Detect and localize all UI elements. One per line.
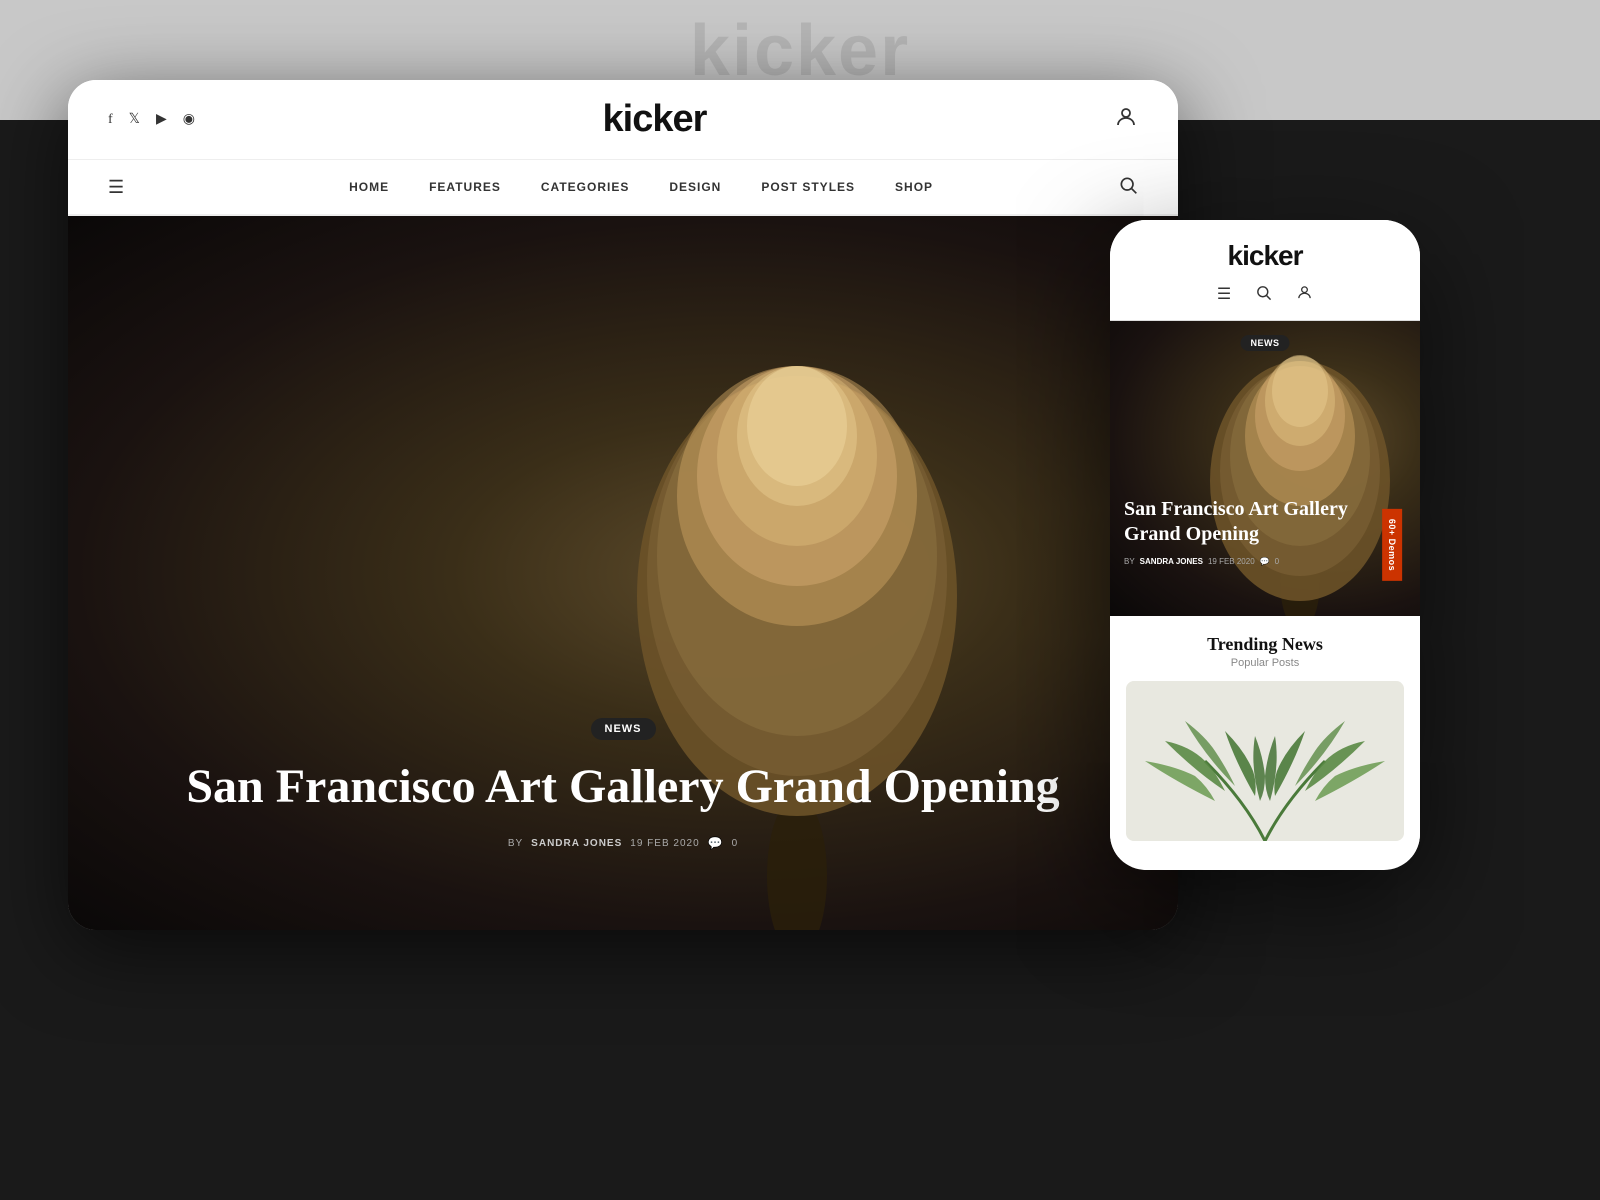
phone-banksia-flower xyxy=(1140,321,1420,616)
phone-mockup: kicker ☰ xyxy=(1110,220,1420,870)
phone-hero-title: San Francisco Art Gallery Grand Opening xyxy=(1124,497,1406,547)
phone-trending-card[interactable] xyxy=(1126,681,1404,841)
youtube-icon[interactable]: ▶ xyxy=(156,111,167,128)
phone-hamburger-icon[interactable]: ☰ xyxy=(1217,284,1231,306)
demos-badge[interactable]: 60+ Demos xyxy=(1382,509,1402,581)
phone-search-icon[interactable] xyxy=(1255,284,1272,306)
phone-nav-icons: ☰ xyxy=(1130,280,1400,306)
facebook-icon[interactable]: f xyxy=(108,112,113,128)
hero-date: 19 FEB 2020 xyxy=(630,838,699,849)
tablet-social-icons: f 𝕏 ▶ ◉ xyxy=(108,111,195,128)
phone-card-background xyxy=(1126,681,1404,841)
twitter-icon[interactable]: 𝕏 xyxy=(129,111,140,128)
tablet-user-icon[interactable] xyxy=(1114,105,1138,135)
tablet-nav: ☰ HOME FEATURES CATEGORIES DESIGN POST S… xyxy=(68,160,1178,216)
news-badge: NEWS xyxy=(591,718,656,740)
nav-categories[interactable]: CATEGORIES xyxy=(541,180,629,194)
phone-trending-section: Trending News Popular Posts xyxy=(1110,616,1420,857)
nav-shop[interactable]: SHOP xyxy=(895,180,933,194)
phone-hero-meta: BY SANDRA JONES 19 FEB 2020 💬 0 xyxy=(1124,557,1406,566)
phone-news-badge: NEWS xyxy=(1241,335,1290,351)
phone-hero: NEWS San Francisco Art Gallery Grand Ope… xyxy=(1110,321,1420,616)
palm-leaf-illustration xyxy=(1145,681,1385,841)
phone-hero-author[interactable]: SANDRA JONES xyxy=(1140,557,1203,566)
phone-hero-content: San Francisco Art Gallery Grand Opening … xyxy=(1124,497,1406,566)
comment-icon: 💬 xyxy=(708,836,724,850)
hero-comments-count: 0 xyxy=(732,838,739,849)
hero-author[interactable]: SANDRA JONES xyxy=(531,838,622,849)
phone-logo[interactable]: kicker xyxy=(1130,240,1400,272)
hero-author-label: BY xyxy=(508,838,523,849)
nav-post-styles[interactable]: POST STYLES xyxy=(761,180,855,194)
nav-features[interactable]: FEATURES xyxy=(429,180,501,194)
tablet-header: f 𝕏 ▶ ◉ kicker xyxy=(68,80,1178,160)
phone-comment-icon: 💬 xyxy=(1260,557,1270,566)
phone-hero-author-label: BY xyxy=(1124,557,1135,566)
phone-hero-date: 19 FEB 2020 xyxy=(1208,557,1255,566)
hero-content: NEWS San Francisco Art Gallery Grand Ope… xyxy=(68,718,1178,850)
hamburger-icon[interactable]: ☰ xyxy=(108,177,124,198)
nav-design[interactable]: DESIGN xyxy=(669,180,721,194)
instagram-icon[interactable]: ◉ xyxy=(183,111,195,128)
tablet-logo[interactable]: kicker xyxy=(603,98,707,141)
hero-meta: BY SANDRA JONES 19 FEB 2020 💬 0 xyxy=(68,836,1178,850)
tablet-mockup: f 𝕏 ▶ ◉ kicker ☰ HOME FEATURES CATEGORIE… xyxy=(68,80,1178,930)
search-icon[interactable] xyxy=(1118,175,1138,200)
tablet-hero: NEWS San Francisco Art Gallery Grand Ope… xyxy=(68,216,1178,930)
phone-hero-comments: 0 xyxy=(1275,557,1279,566)
phone-trending-title: Trending News xyxy=(1126,634,1404,655)
phone-user-icon[interactable] xyxy=(1296,284,1313,306)
phone-trending-subtitle: Popular Posts xyxy=(1126,657,1404,669)
nav-items: HOME FEATURES CATEGORIES DESIGN POST STY… xyxy=(164,180,1118,194)
nav-home[interactable]: HOME xyxy=(349,180,389,194)
hero-title: San Francisco Art Gallery Grand Opening xyxy=(68,758,1178,816)
phone-header: kicker ☰ xyxy=(1110,220,1420,321)
